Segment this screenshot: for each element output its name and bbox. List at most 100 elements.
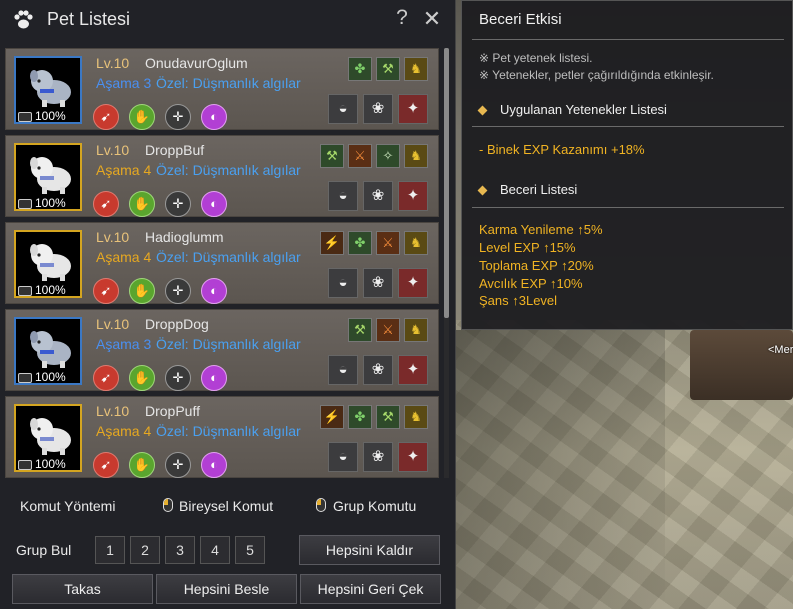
help-button[interactable]: ?	[392, 6, 412, 30]
paw-button[interactable]: ❀	[363, 181, 393, 211]
applied-skills-heading: Uygulanan Yetenekler Listesi	[477, 102, 667, 117]
trade-button[interactable]: Takas	[12, 574, 153, 604]
scroll-thumb[interactable]	[444, 48, 449, 318]
follow-action-icon[interactable]: ➹	[93, 191, 119, 217]
feed-bowl-button[interactable]: ◒	[328, 442, 358, 472]
axe-skill-icon[interactable]: ⚔	[376, 231, 400, 255]
feed-level: 100%	[18, 371, 78, 383]
feed-all-button[interactable]: Hepsini Besle	[156, 574, 297, 604]
pet-card[interactable]: 100% Lv.10 Hadioglumm Aşama 4 Özel: Düşm…	[5, 222, 439, 304]
axe-skill-icon[interactable]: ⚔	[348, 144, 372, 168]
pickup-action-icon[interactable]: ✋	[129, 278, 155, 304]
pick-skill-icon[interactable]: ⚒	[376, 57, 400, 81]
feed-bowl-button[interactable]: ◒	[328, 181, 358, 211]
follow-action-icon[interactable]: ➹	[93, 452, 119, 478]
skill-entry: Toplama EXP ↑20%	[479, 258, 594, 273]
close-button[interactable]: ✕	[422, 6, 442, 32]
pet-skills: ⚒ ⚔ ♞	[6, 318, 439, 344]
clover-skill-icon[interactable]: ✤	[348, 231, 372, 255]
paw-button[interactable]: ❀	[363, 355, 393, 385]
pet-card[interactable]: 100% Lv.10 DroppBuf Aşama 4 Özel: Düşman…	[5, 135, 439, 217]
potion-action-icon[interactable]: ◐	[201, 452, 227, 478]
horse-skill-icon[interactable]: ♞	[404, 231, 428, 255]
pet-skills: ✤ ⚒ ♞	[6, 57, 439, 83]
pick-skill-icon[interactable]: ⚒	[376, 405, 400, 429]
pet-card[interactable]: 100% Lv.10 DroppDog Aşama 3 Özel: Düşman…	[5, 309, 439, 391]
target-action-icon[interactable]: ✛	[165, 191, 191, 217]
pickup-action-icon[interactable]: ✋	[129, 452, 155, 478]
sword-skill-icon[interactable]: ⚡	[320, 405, 344, 429]
sword-skill-icon[interactable]: ⚡	[320, 231, 344, 255]
potion-action-icon[interactable]: ◐	[201, 278, 227, 304]
group-1-button[interactable]: 1	[95, 536, 125, 564]
paw-icon	[14, 10, 33, 29]
divider	[472, 126, 784, 127]
follow-action-icon[interactable]: ➹	[93, 278, 119, 304]
pick-skill-icon[interactable]: ⚒	[320, 144, 344, 168]
group-4-button[interactable]: 4	[200, 536, 230, 564]
target-action-icon[interactable]: ✛	[165, 278, 191, 304]
group-find-label: Grup Bul	[16, 542, 72, 558]
group-command-option[interactable]: Grup Komutu	[333, 498, 416, 514]
target-action-icon[interactable]: ✛	[165, 452, 191, 478]
target-action-icon[interactable]: ✛	[165, 365, 191, 391]
gift-button[interactable]: ✦	[398, 442, 428, 472]
target-action-icon[interactable]: ✛	[165, 104, 191, 130]
feed-level: 100%	[18, 458, 78, 470]
title-bar[interactable]: Pet Listesi ? ✕	[0, 0, 455, 40]
scrollbar[interactable]	[444, 48, 449, 478]
feed-bowl-button[interactable]: ◒	[328, 268, 358, 298]
horse-skill-icon[interactable]: ♞	[404, 318, 428, 342]
npc-label: <Mer	[768, 344, 793, 356]
pick-skill-icon[interactable]: ⚒	[348, 318, 372, 342]
feed-bowl-button[interactable]: ◒	[328, 94, 358, 124]
horse-skill-icon[interactable]: ♞	[404, 144, 428, 168]
gift-button[interactable]: ✦	[398, 268, 428, 298]
horse-skill-icon[interactable]: ♞	[404, 405, 428, 429]
food-icon	[18, 459, 32, 470]
follow-action-icon[interactable]: ➹	[93, 104, 119, 130]
skill-entry: Level EXP ↑15%	[479, 240, 576, 255]
feed-bowl-button[interactable]: ◒	[328, 355, 358, 385]
diamond-icon	[477, 105, 488, 116]
axe-skill-icon[interactable]: ⚔	[376, 318, 400, 342]
pickup-action-icon[interactable]: ✋	[129, 104, 155, 130]
potion-action-icon[interactable]: ◐	[201, 191, 227, 217]
food-icon	[18, 285, 32, 296]
divider	[472, 207, 784, 208]
command-method-label: Komut Yöntemi	[20, 498, 116, 514]
potion-action-icon[interactable]: ◐	[201, 104, 227, 130]
feed-level: 100%	[18, 110, 78, 122]
horse-skill-icon[interactable]: ♞	[404, 57, 428, 81]
pickup-action-icon[interactable]: ✋	[129, 365, 155, 391]
gift-button[interactable]: ✦	[398, 355, 428, 385]
clover-skill-icon[interactable]: ✤	[348, 57, 372, 81]
mouse-left-icon	[163, 498, 173, 512]
group-find-row: Grup Bul 1 2 3 4 5 Hepsini Kaldır	[0, 534, 455, 566]
applied-skill-item: - Binek EXP Kazanımı +18%	[479, 142, 645, 157]
background-cart	[690, 330, 793, 400]
gift-button[interactable]: ✦	[398, 94, 428, 124]
tooltip-title: Beceri Etkisi	[479, 11, 562, 28]
skill-effect-tooltip: Beceri Etkisi ※ Pet yetenek listesi. ※ Y…	[461, 0, 793, 330]
skill-entry: Avcılık EXP ↑10%	[479, 276, 583, 291]
pickup-action-icon[interactable]: ✋	[129, 191, 155, 217]
remove-all-button[interactable]: Hepsini Kaldır	[299, 535, 440, 565]
individual-command-option[interactable]: Bireysel Komut	[179, 498, 273, 514]
paw-button[interactable]: ❀	[363, 442, 393, 472]
group-3-button[interactable]: 3	[165, 536, 195, 564]
group-5-button[interactable]: 5	[235, 536, 265, 564]
paw-button[interactable]: ❀	[363, 268, 393, 298]
group-2-button[interactable]: 2	[130, 536, 160, 564]
tooltip-note: ※ Pet yetenek listesi.	[479, 51, 593, 65]
pet-card[interactable]: 100% Lv.10 OnudavurOglum Aşama 3 Özel: D…	[5, 48, 439, 130]
recall-all-button[interactable]: Hepsini Geri Çek	[300, 574, 441, 604]
paw-button[interactable]: ❀	[363, 94, 393, 124]
wing-skill-icon[interactable]: ✧	[376, 144, 400, 168]
clover-skill-icon[interactable]: ✤	[348, 405, 372, 429]
pet-card[interactable]: 100% Lv.10 DropPuff Aşama 4 Özel: Düşman…	[5, 396, 439, 478]
gift-button[interactable]: ✦	[398, 181, 428, 211]
follow-action-icon[interactable]: ➹	[93, 365, 119, 391]
background-shadow	[455, 330, 665, 609]
potion-action-icon[interactable]: ◐	[201, 365, 227, 391]
